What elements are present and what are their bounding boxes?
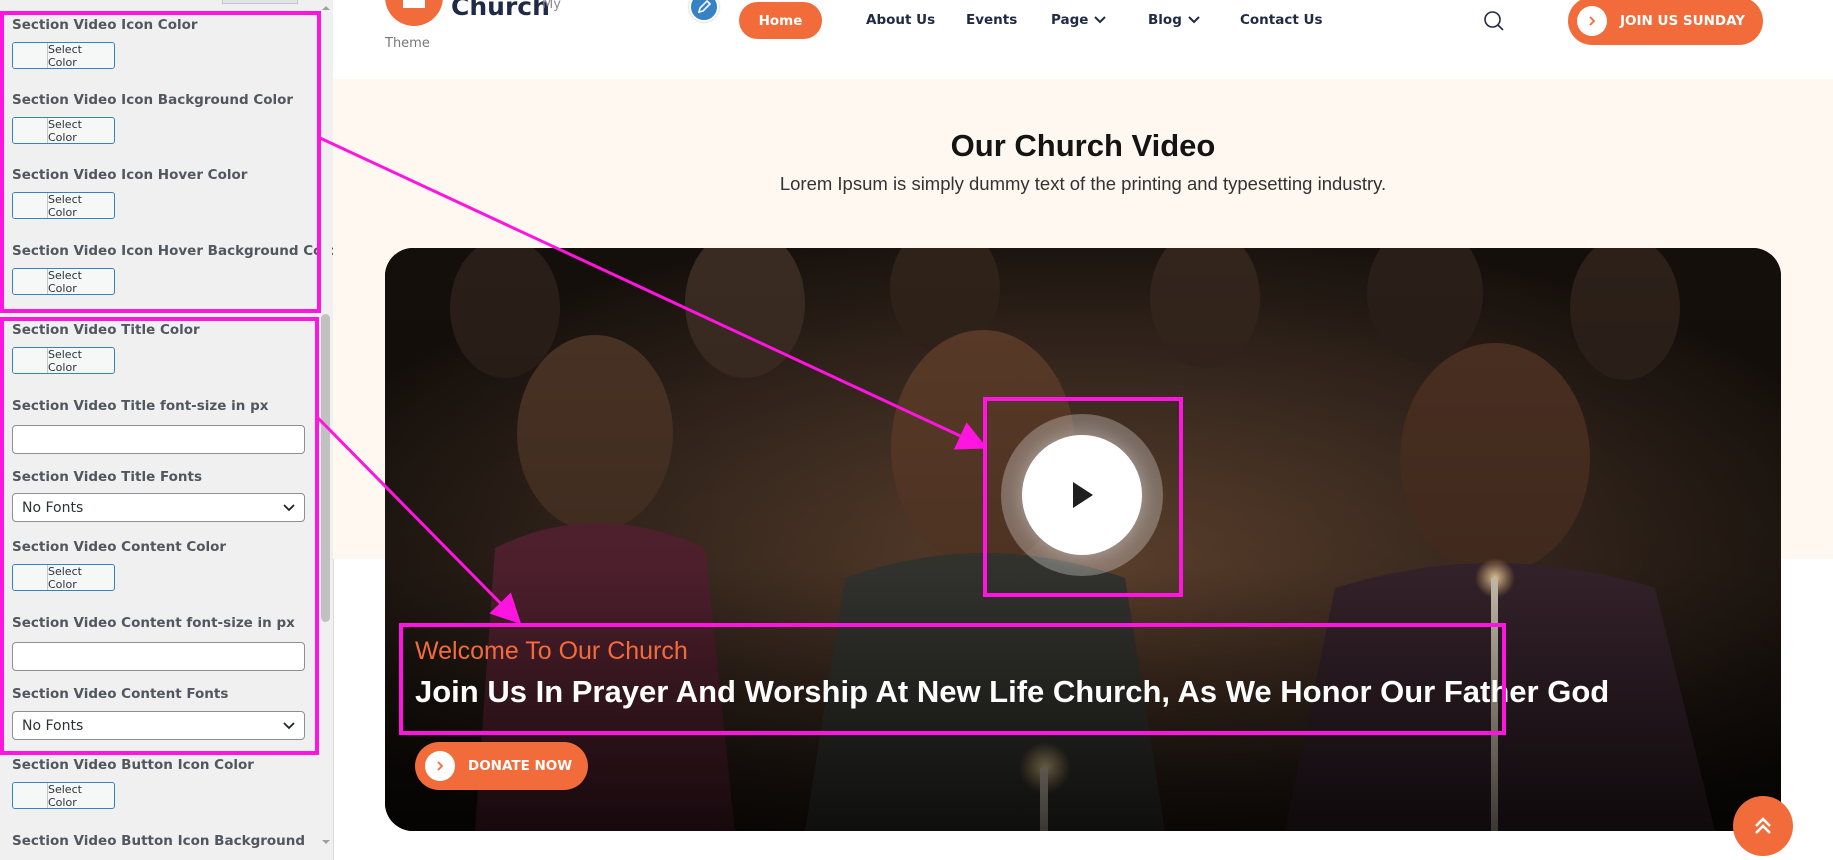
customizer-panel: Section Video Icon Color Select Color Se… — [0, 0, 334, 860]
nav-page[interactable]: Page — [1051, 12, 1107, 28]
nav-blog[interactable]: Blog — [1148, 12, 1200, 28]
annotation-box-video-text — [399, 623, 1506, 735]
join-us-sunday-label: JOIN US SUNDAY — [1620, 13, 1746, 29]
site-preview: Church My Theme Home About Us Events Pag… — [333, 0, 1833, 860]
donate-now-button[interactable]: DONATE NOW — [415, 742, 588, 790]
color-swatch — [13, 783, 48, 808]
join-us-sunday-button[interactable]: JOIN US SUNDAY — [1568, 0, 1763, 45]
nav-page-label: Page — [1051, 12, 1089, 28]
chevron-right-icon — [1577, 6, 1607, 36]
scroll-up-arrow-icon[interactable] — [320, 2, 332, 14]
chevron-down-icon — [1188, 16, 1200, 24]
field-label: Section Video Button Icon Background — [12, 833, 306, 849]
nav-events[interactable]: Events — [966, 12, 1017, 28]
annotation-box-title-content — [0, 317, 319, 755]
chevron-right-icon — [425, 751, 455, 781]
nav-about[interactable]: About Us — [866, 12, 935, 28]
search-icon[interactable] — [1483, 10, 1505, 32]
annotation-box-play-icon — [983, 397, 1183, 597]
panel-scrollbar-thumb[interactable] — [321, 314, 330, 622]
scroll-down-arrow-icon[interactable] — [320, 836, 332, 848]
field-label: Section Video Button Icon Color — [12, 757, 254, 773]
nav-contact[interactable]: Contact Us — [1240, 12, 1323, 28]
panel-top-control — [222, 0, 298, 4]
select-color-label: Select Color — [48, 782, 82, 809]
site-logo-subtitle: Theme — [385, 36, 430, 51]
select-color-button[interactable]: Select Color — [12, 782, 115, 809]
site-logo-superscript: My — [542, 0, 561, 12]
section-title: Our Church Video — [950, 128, 1216, 163]
annotation-box-icon-colors — [0, 11, 321, 313]
section-subtitle: Lorem Ipsum is simply dummy text of the … — [779, 173, 1387, 194]
scroll-to-top-button[interactable] — [1733, 796, 1793, 856]
chevron-down-icon — [1094, 16, 1107, 24]
site-logo-text[interactable]: Church — [451, 0, 550, 21]
home-logo-icon[interactable] — [385, 0, 443, 26]
edit-shortcut-pencil-icon[interactable] — [689, 0, 719, 22]
site-header: Church My Theme Home About Us Events Pag… — [333, 0, 1833, 79]
nav-blog-label: Blog — [1148, 12, 1182, 28]
nav-home[interactable]: Home — [739, 2, 822, 39]
double-chevron-up-icon — [1755, 817, 1771, 834]
donate-now-label: DONATE NOW — [468, 758, 573, 774]
